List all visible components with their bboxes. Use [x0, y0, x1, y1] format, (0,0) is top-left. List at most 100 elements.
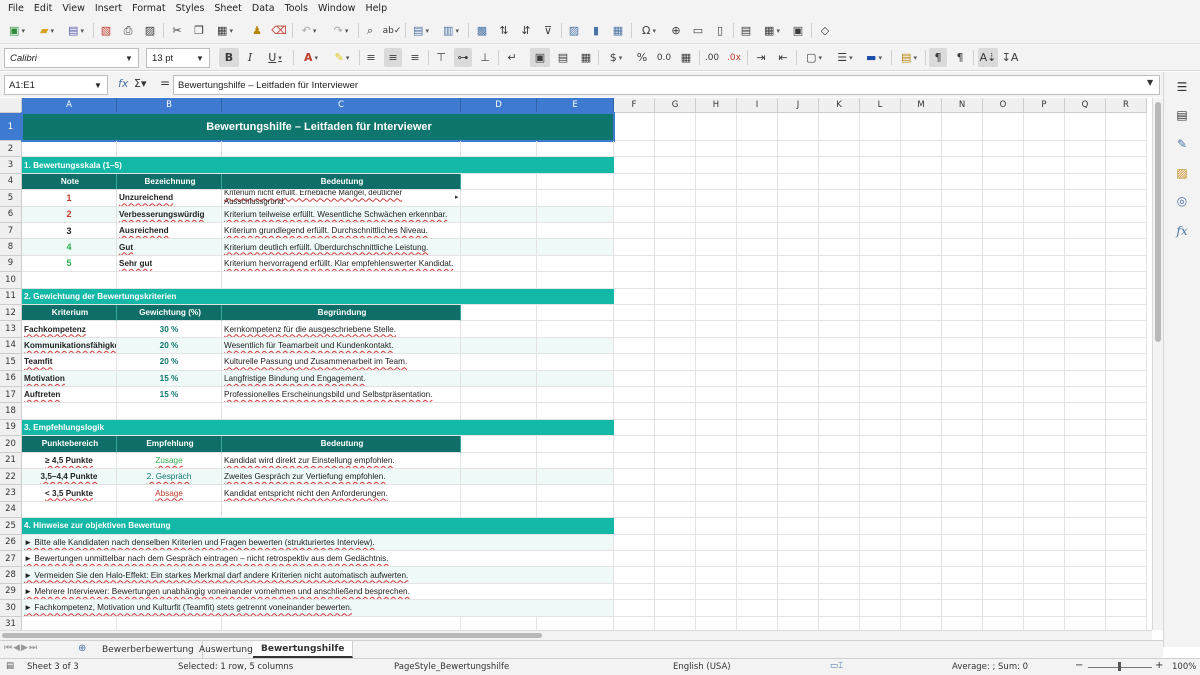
grid-cell[interactable]	[655, 113, 696, 141]
grid-cell[interactable]	[901, 337, 942, 355]
row-header-11[interactable]: 11	[0, 288, 22, 305]
grid-cell[interactable]	[22, 616, 117, 630]
grid-cell[interactable]	[696, 173, 737, 191]
grid-cell[interactable]	[942, 113, 983, 141]
table-header-cell[interactable]: Bedeutung	[222, 173, 461, 191]
grid-cell[interactable]	[778, 337, 819, 355]
sort-ascending-icon[interactable]: ⇅	[495, 21, 513, 40]
delete-decimal-icon[interactable]: .0x	[725, 48, 743, 67]
grid-cell[interactable]	[819, 288, 860, 305]
grid-cell[interactable]	[901, 255, 942, 273]
criterion-weight[interactable]: 20 %	[117, 337, 222, 355]
grid-cell[interactable]	[860, 436, 901, 453]
grid-cell[interactable]	[461, 239, 537, 256]
grid-cell[interactable]	[1024, 387, 1065, 404]
grid-cell[interactable]	[737, 436, 778, 453]
rating-label[interactable]: Verbesserungswürdig	[117, 206, 222, 223]
grid-cell[interactable]	[778, 190, 819, 207]
left-to-right-icon[interactable]: ¶	[929, 48, 947, 67]
grid-cell[interactable]	[819, 403, 860, 420]
add-decimal-icon[interactable]: .00	[703, 48, 721, 67]
grid-cell[interactable]	[614, 354, 655, 371]
menu-edit[interactable]: Edit	[29, 3, 57, 14]
grid-cell[interactable]	[778, 354, 819, 371]
grid-cell[interactable]	[860, 206, 901, 223]
grid-cell[interactable]	[860, 518, 901, 535]
align-right-icon[interactable]: ≡	[406, 48, 424, 67]
grid-cell[interactable]	[655, 452, 696, 469]
vertical-scrollbar[interactable]	[1152, 98, 1163, 630]
italic-icon[interactable]: I	[241, 48, 259, 67]
grid-cell[interactable]	[655, 485, 696, 502]
guideline-item[interactable]: ► Bitte alle Kandidaten nach denselben K…	[22, 534, 614, 551]
row-header-27[interactable]: 27	[0, 551, 22, 568]
grid-cell[interactable]	[655, 387, 696, 404]
right-to-left-icon[interactable]: ¶	[951, 48, 969, 67]
grid-cell[interactable]	[614, 272, 655, 289]
grid-cell[interactable]	[1024, 469, 1065, 486]
borders-icon[interactable]: ▢	[800, 48, 828, 67]
rating-label[interactable]: Gut	[117, 239, 222, 256]
grid-cell[interactable]	[901, 551, 942, 568]
grid-cell[interactable]	[1065, 551, 1106, 568]
grid-cell[interactable]	[942, 616, 983, 630]
grid-cell[interactable]	[983, 288, 1024, 305]
table-header-cell[interactable]: Bedeutung	[222, 436, 461, 453]
grid-cell[interactable]	[222, 141, 461, 158]
grid-cell[interactable]	[901, 403, 942, 420]
criterion-weight[interactable]: 15 %	[117, 370, 222, 387]
tab-bewertungshilfe[interactable]: Bewertungshilfe	[253, 641, 354, 658]
grid-cell[interactable]	[983, 485, 1024, 502]
grid-cell[interactable]	[1024, 141, 1065, 158]
grid-cell[interactable]	[1106, 436, 1147, 453]
grid-cell[interactable]	[1065, 469, 1106, 486]
grid-cell[interactable]	[461, 387, 537, 404]
grid-cell[interactable]	[22, 403, 117, 420]
grid-cell[interactable]	[696, 501, 737, 519]
grid-cell[interactable]	[22, 141, 117, 158]
grid-cell[interactable]	[117, 403, 222, 420]
vertical-scroll-thumb[interactable]	[1155, 102, 1161, 342]
grid-cell[interactable]	[983, 501, 1024, 519]
grid-cell[interactable]	[737, 551, 778, 568]
grid-cell[interactable]	[819, 501, 860, 519]
find-replace-icon[interactable]: ⌕	[361, 21, 379, 40]
align-left-icon[interactable]: ≡	[362, 48, 380, 67]
border-style-icon[interactable]: ☰	[831, 48, 859, 67]
criterion-name[interactable]: Auftreten	[22, 387, 117, 404]
criterion-weight[interactable]: 20 %	[117, 354, 222, 371]
grid-cell[interactable]	[983, 239, 1024, 256]
row-header-2[interactable]: 2	[0, 141, 22, 158]
grid-cell[interactable]	[614, 255, 655, 273]
conditional-icon[interactable]: ▩	[473, 21, 491, 40]
grid-cell[interactable]	[983, 518, 1024, 535]
grid-cell[interactable]	[778, 501, 819, 519]
grid-cell[interactable]	[537, 321, 614, 338]
grid-cell[interactable]	[737, 501, 778, 519]
pivot-table-icon[interactable]: ▦	[609, 21, 627, 40]
row-header-8[interactable]: 8	[0, 239, 22, 256]
grid-cell[interactable]	[1106, 321, 1147, 338]
grid-cell[interactable]	[1065, 173, 1106, 191]
section-header-empfehlungslogik[interactable]: 3. Empfehlungslogik	[22, 419, 614, 437]
grid-cell[interactable]	[222, 403, 461, 420]
guideline-item[interactable]: ► Vermeiden Sie den Halo-Effekt: Ein sta…	[22, 567, 614, 584]
grid-cell[interactable]	[655, 239, 696, 256]
grid-cell[interactable]	[860, 583, 901, 601]
spelling-icon[interactable]: ab✓	[383, 21, 402, 40]
grid-cell[interactable]	[614, 485, 655, 502]
grid-cell[interactable]	[117, 141, 222, 158]
grid-cell[interactable]	[942, 419, 983, 437]
grid-cell[interactable]	[655, 501, 696, 519]
autofilter-icon[interactable]: ⊽	[539, 21, 557, 40]
grid-cell[interactable]	[461, 485, 537, 502]
grid-cell[interactable]	[461, 436, 537, 453]
grid-cell[interactable]	[737, 113, 778, 141]
grid-cell[interactable]	[901, 190, 942, 207]
grid-cell[interactable]	[819, 239, 860, 256]
grid-cell[interactable]	[737, 190, 778, 207]
grid-cell[interactable]	[655, 272, 696, 289]
merge-center-icon[interactable]: ▣	[530, 48, 550, 67]
row-header-13[interactable]: 13	[0, 321, 22, 338]
font-color-icon[interactable]: A	[297, 48, 325, 67]
